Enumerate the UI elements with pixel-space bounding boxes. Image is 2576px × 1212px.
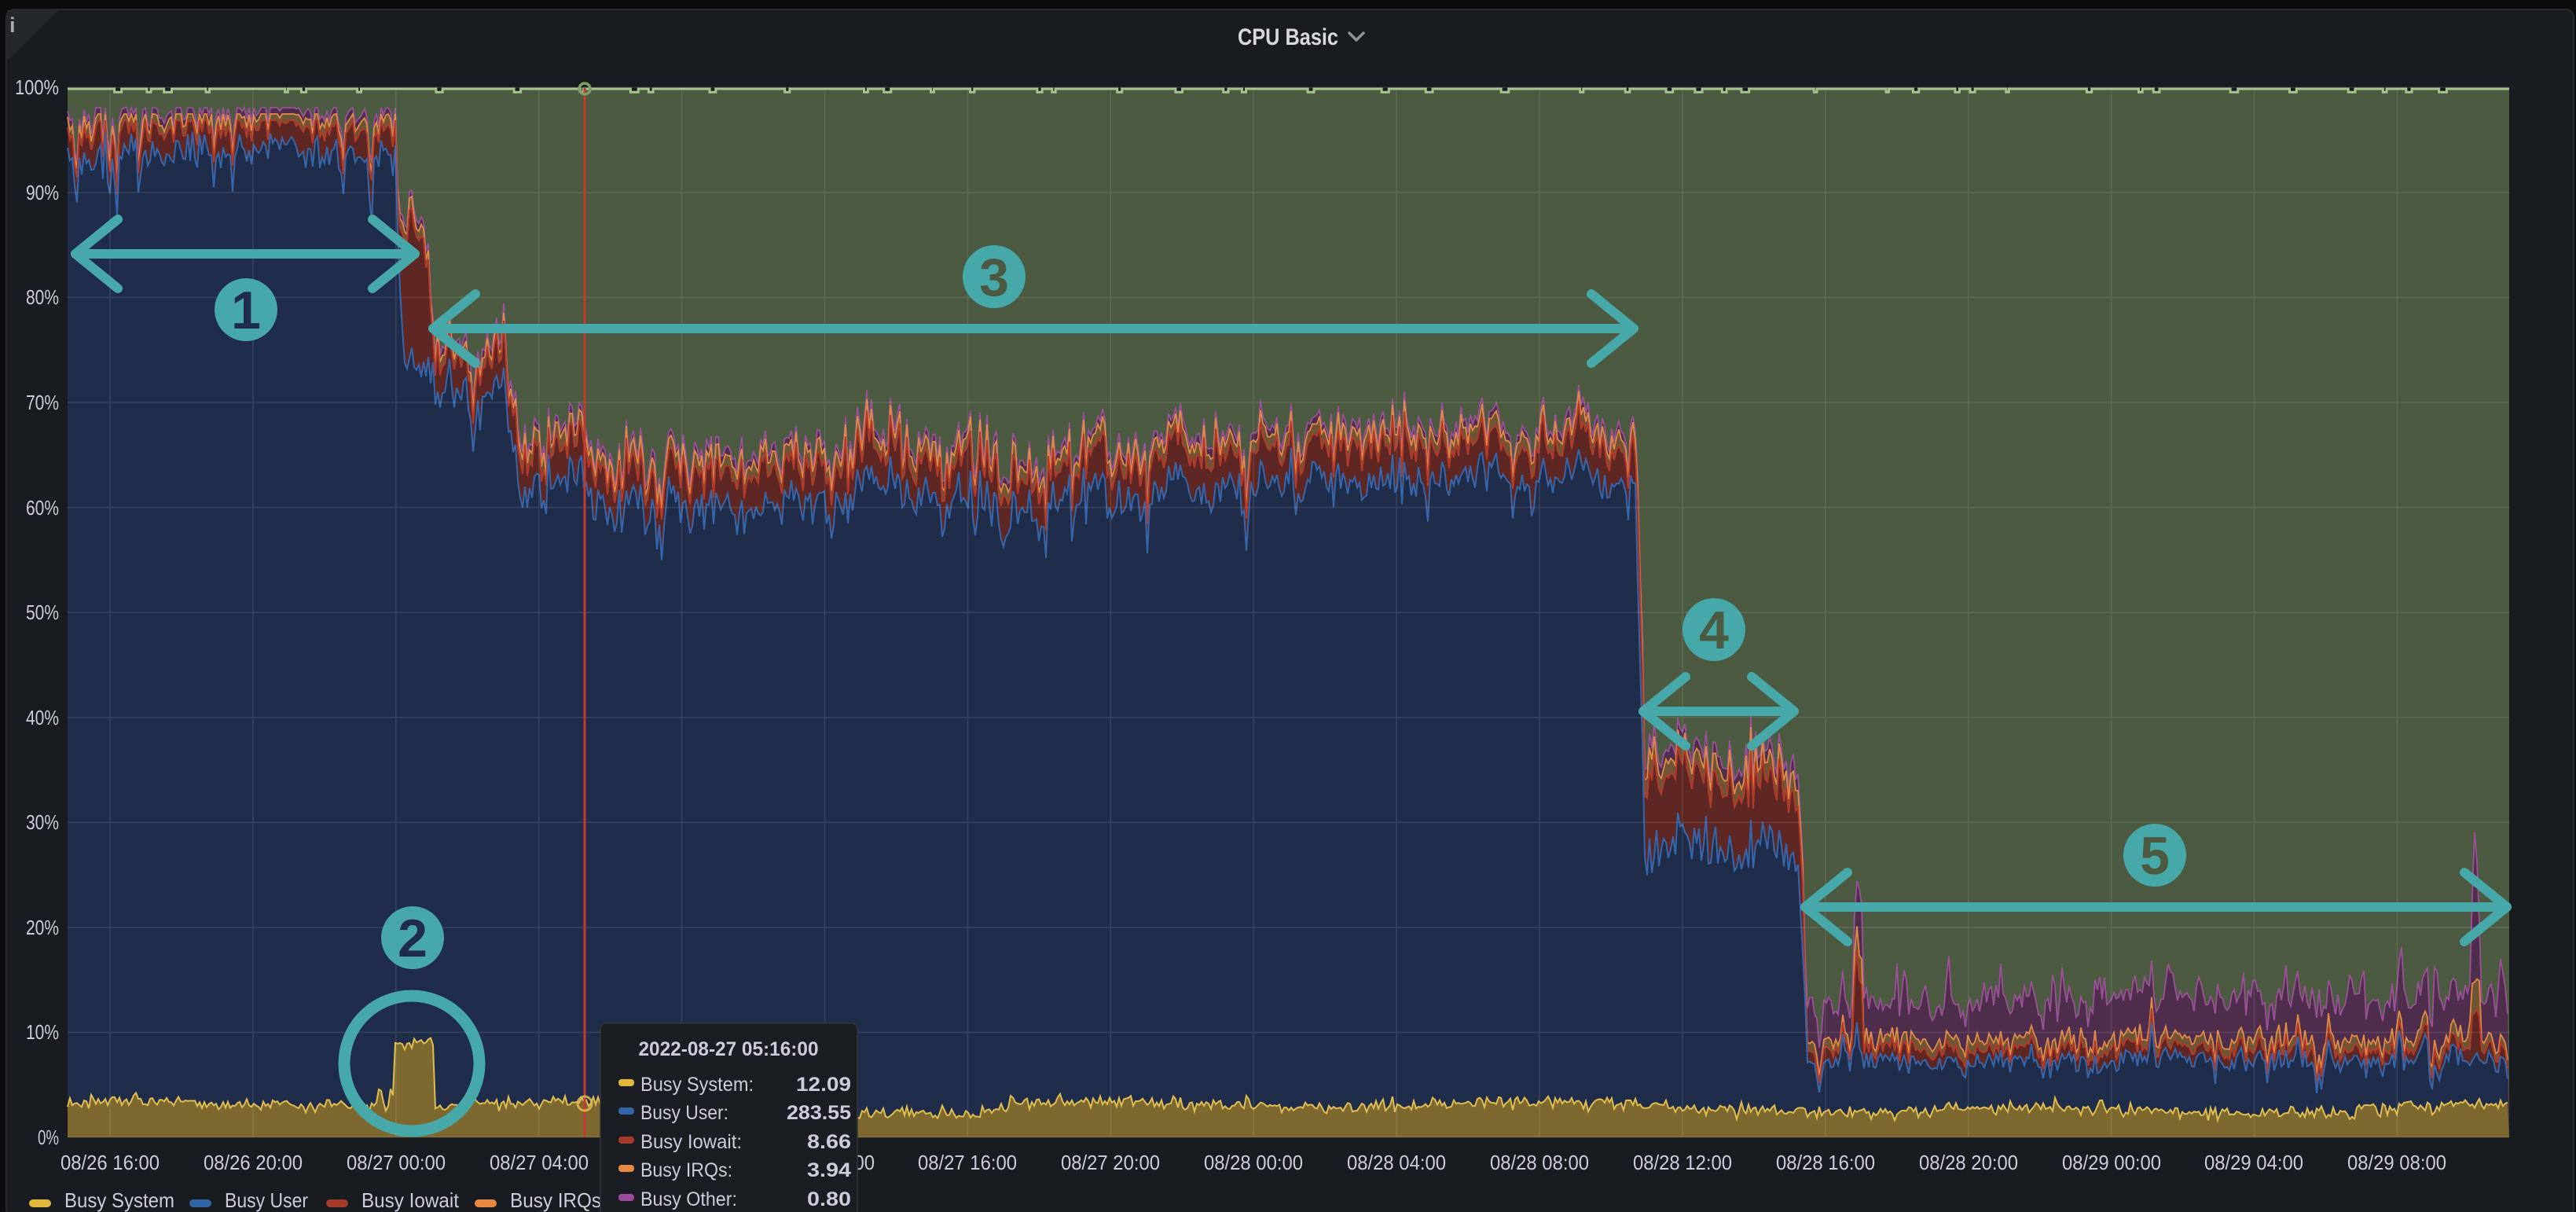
svg-text:30%: 30% (26, 810, 59, 834)
svg-text:i: i (9, 13, 16, 37)
svg-text:100%: 100% (15, 75, 59, 99)
svg-text:08/27 00:00: 08/27 00:00 (347, 1151, 446, 1174)
svg-text:Busy IRQs: Busy IRQs (510, 1188, 601, 1212)
svg-text:10%: 10% (26, 1020, 59, 1044)
svg-text:5: 5 (2140, 826, 2170, 886)
svg-text:50%: 50% (26, 600, 59, 624)
svg-text:08/28 04:00: 08/28 04:00 (1347, 1151, 1446, 1174)
svg-text:Busy User: Busy User (225, 1188, 308, 1212)
svg-text:08/26 20:00: 08/26 20:00 (204, 1151, 303, 1174)
svg-text:08/29 04:00: 08/29 04:00 (2204, 1151, 2303, 1174)
svg-text:08/28 12:00: 08/28 12:00 (1633, 1151, 1732, 1174)
svg-text:12.09: 12.09 (796, 1074, 851, 1096)
svg-text:08/26 16:00: 08/26 16:00 (61, 1151, 160, 1174)
svg-text:2022-08-27 05:16:00: 2022-08-27 05:16:00 (639, 1038, 819, 1060)
svg-text:08/28 20:00: 08/28 20:00 (1919, 1151, 2018, 1174)
svg-text:0%: 0% (38, 1126, 59, 1149)
svg-text:80%: 80% (26, 285, 59, 309)
svg-text:Busy System: Busy System (64, 1188, 174, 1212)
svg-text:Busy Iowait:: Busy Iowait: (640, 1131, 742, 1153)
svg-text:3: 3 (979, 248, 1009, 307)
svg-text:CPU Basic: CPU Basic (1238, 24, 1338, 50)
svg-text:3.94: 3.94 (807, 1159, 851, 1181)
svg-text:8.66: 8.66 (807, 1131, 851, 1153)
svg-text:08/29 00:00: 08/29 00:00 (2062, 1151, 2161, 1174)
svg-text:90%: 90% (26, 181, 59, 204)
svg-text:4: 4 (1699, 600, 1729, 660)
svg-text:08/28 08:00: 08/28 08:00 (1490, 1151, 1589, 1174)
svg-text:08/28 00:00: 08/28 00:00 (1204, 1151, 1303, 1174)
svg-text:20%: 20% (26, 916, 59, 939)
svg-text:08/27 20:00: 08/27 20:00 (1061, 1151, 1160, 1174)
svg-text:60%: 60% (26, 496, 59, 520)
svg-text:40%: 40% (26, 706, 59, 729)
svg-text:2: 2 (398, 909, 427, 968)
svg-text:08/28 16:00: 08/28 16:00 (1776, 1151, 1875, 1174)
svg-text:1: 1 (231, 281, 261, 340)
svg-text:08/27 04:00: 08/27 04:00 (490, 1151, 589, 1174)
svg-text:Busy User:: Busy User: (640, 1102, 728, 1124)
svg-text:08/29 08:00: 08/29 08:00 (2347, 1151, 2446, 1174)
svg-text:Busy Iowait: Busy Iowait (361, 1188, 460, 1212)
svg-text:Busy Other:: Busy Other: (640, 1188, 737, 1210)
svg-text:08/27 16:00: 08/27 16:00 (918, 1151, 1017, 1174)
svg-text:70%: 70% (26, 391, 59, 414)
svg-text:283.55: 283.55 (787, 1102, 851, 1124)
svg-text:Busy IRQs:: Busy IRQs: (640, 1159, 732, 1181)
svg-text:Busy System:: Busy System: (640, 1074, 754, 1096)
svg-text:0.80: 0.80 (807, 1188, 851, 1210)
